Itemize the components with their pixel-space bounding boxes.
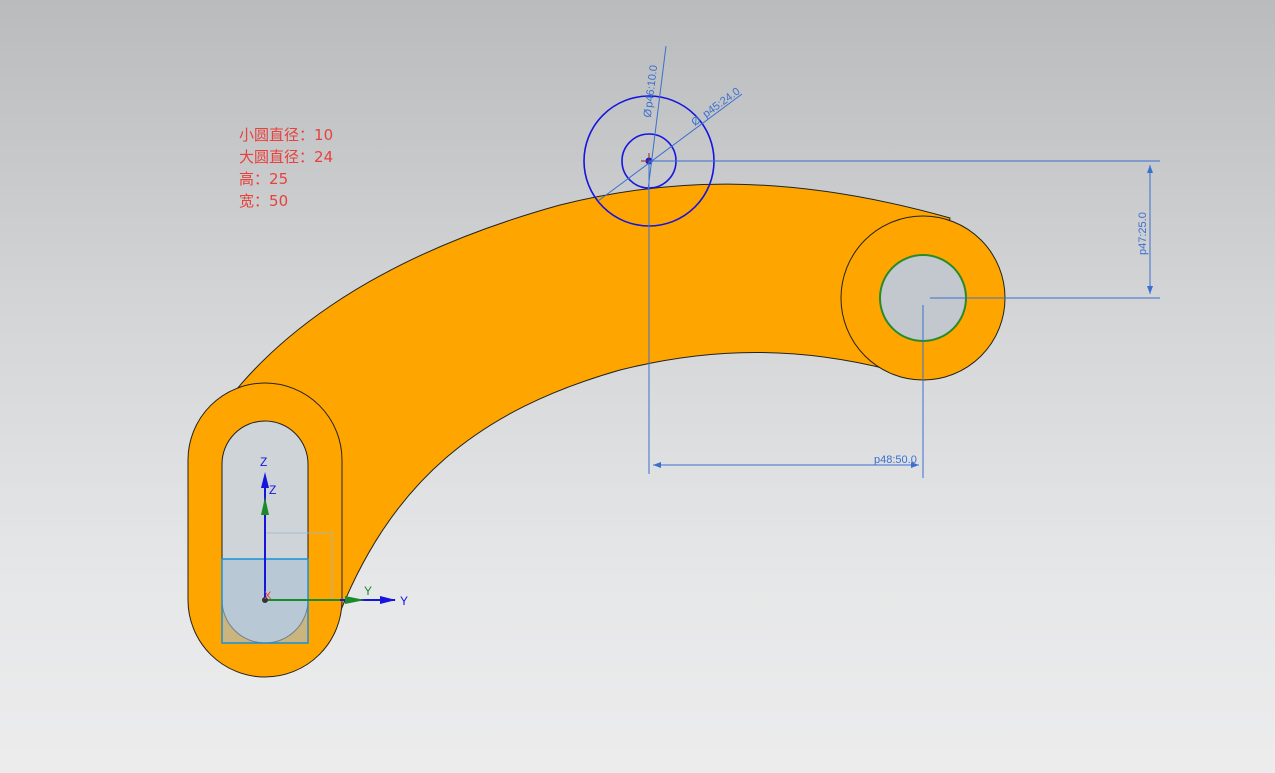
- dim-height-label[interactable]: p47:25.0: [1137, 212, 1149, 255]
- csys-x-label: X: [264, 590, 272, 602]
- csys-y-label-outer: Y: [400, 594, 408, 608]
- dim-small-diameter-label[interactable]: p46:10.0: [643, 64, 660, 108]
- csys-z-label-outer: Z: [260, 455, 267, 469]
- diameter-symbol-small: Ø: [642, 108, 655, 118]
- cad-viewport[interactable]: Z Z Y Y X p46:10.0 Ø p45:24.0: [0, 0, 1275, 773]
- dim-width-label[interactable]: p48:50.0: [874, 454, 917, 466]
- csys-y-label-inner: Y: [364, 584, 372, 598]
- dim-large-diameter-label[interactable]: p45:24.0: [701, 86, 743, 121]
- csys-z-label-inner: Z: [269, 483, 276, 497]
- diameter-symbol-large: Ø: [689, 114, 703, 129]
